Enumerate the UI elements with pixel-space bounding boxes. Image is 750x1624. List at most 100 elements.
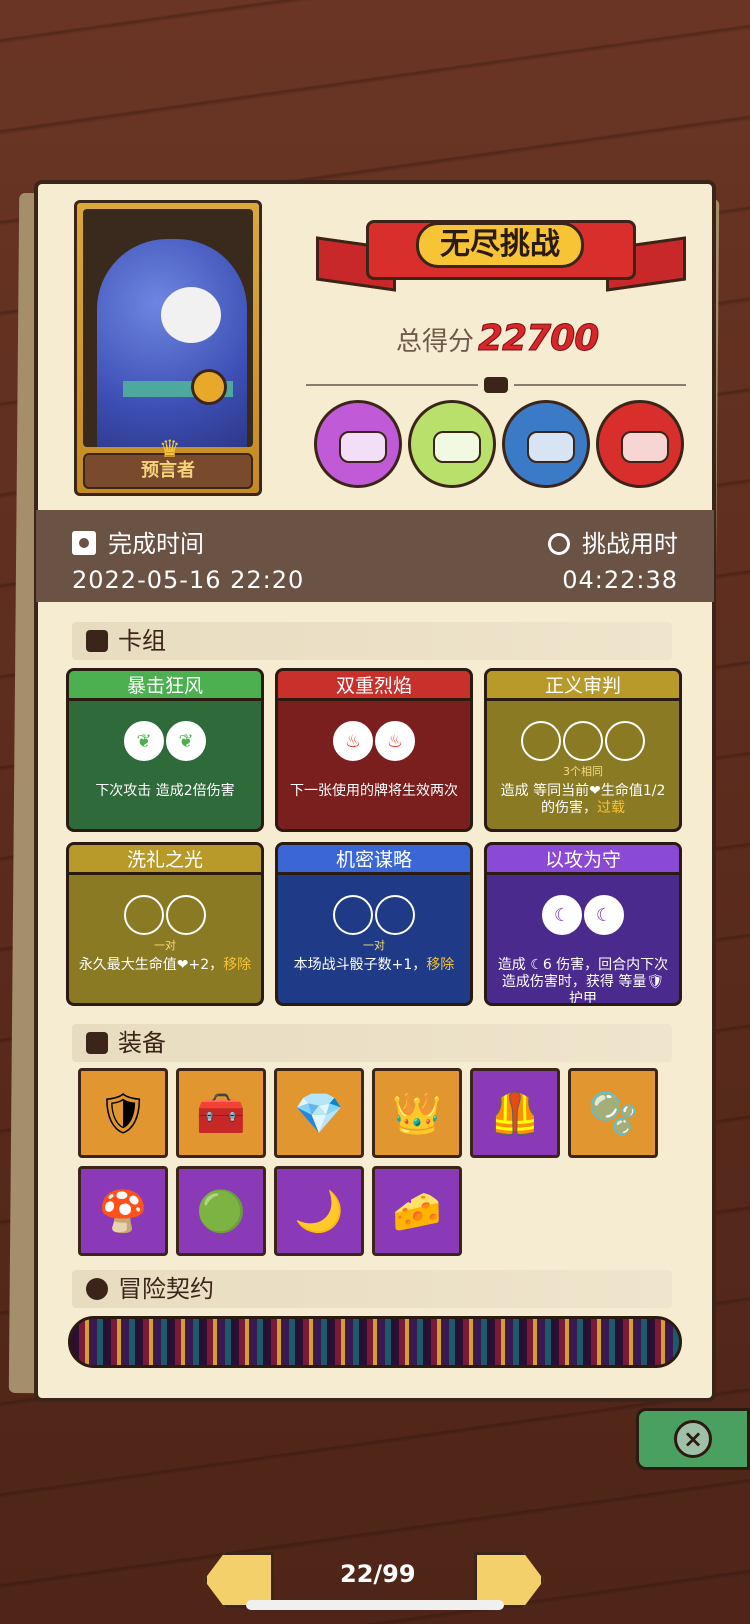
skull-horns-icon bbox=[484, 377, 508, 393]
equipment-section-header: 装备 bbox=[72, 1024, 672, 1062]
finish-time-value: 2022-05-16 22:20 bbox=[72, 566, 305, 594]
equipment-grid: 🛡 🧰 💎 👑 🦺 🫧 🍄 🟢 🌙 🧀 bbox=[78, 1068, 678, 1256]
finish-time-label: 完成时间 bbox=[72, 524, 204, 559]
fire-die-icon: ♨ bbox=[375, 721, 415, 761]
card-6[interactable]: 以攻为守 ☾ ☾ 造成 ☾6 伤害，回合内下次造成伤害时，获得 等量🛡护甲 bbox=[484, 842, 682, 1006]
card-title: 以攻为守 bbox=[487, 845, 679, 875]
shield-icon[interactable]: 🛡 bbox=[78, 1068, 168, 1158]
card-title: 洗礼之光 bbox=[69, 845, 261, 875]
card-dice bbox=[278, 895, 470, 935]
card-desc: 造成 ☾6 伤害，回合内下次造成伤害时，获得 等量🛡护甲 bbox=[487, 951, 679, 1006]
card-desc: 本场战斗骰子数+1，移除 bbox=[278, 951, 470, 974]
chest-icon[interactable]: 🧰 bbox=[176, 1068, 266, 1158]
wizard-portrait-icon bbox=[83, 209, 253, 447]
card-desc-text: 造成 等同当前❤生命值1/2 的伤害， bbox=[500, 783, 666, 816]
hero-name-plate: ♛ 预言者 bbox=[83, 435, 253, 489]
card-2[interactable]: 双重烈焰 ♨ ♨ 下一张使用的牌将生效两次 bbox=[275, 668, 473, 832]
empty-die-icon bbox=[563, 721, 603, 761]
card-title: 正义审判 bbox=[487, 671, 679, 701]
hero-card[interactable]: ♛ 预言者 bbox=[74, 200, 262, 496]
card-desc-keyword: 过载 bbox=[597, 800, 625, 816]
card-desc-keyword: 移除 bbox=[426, 957, 455, 973]
card-sub bbox=[69, 763, 261, 777]
crown-icon[interactable]: 👑 bbox=[372, 1068, 462, 1158]
card-dice bbox=[69, 895, 261, 935]
finish-label-text: 完成时间 bbox=[108, 530, 204, 558]
bracelet-icon[interactable]: 🟢 bbox=[176, 1166, 266, 1256]
time-band: 完成时间 挑战用时 2022-05-16 22:20 04:22:38 bbox=[36, 510, 714, 602]
score-label: 总得分 bbox=[396, 327, 475, 357]
cheese-icon[interactable]: 🧀 bbox=[372, 1166, 462, 1256]
card-4[interactable]: 洗礼之光 一对 永久最大生命值❤+2，移除 bbox=[66, 842, 264, 1006]
armor-icon[interactable]: 🦺 bbox=[470, 1068, 560, 1158]
card-desc-text: 下次攻击 造成2倍伤害 bbox=[95, 783, 235, 799]
card-sub: 一对 bbox=[154, 939, 176, 952]
mode-ribbon: 无尽挑战 bbox=[316, 212, 686, 296]
empty-die-icon bbox=[521, 721, 561, 761]
crown-icon: ♛ bbox=[159, 435, 181, 463]
empty-die-icon bbox=[605, 721, 645, 761]
film-icon bbox=[72, 531, 96, 555]
card-dice bbox=[487, 721, 679, 761]
moon-star-icon[interactable]: 🌙 bbox=[274, 1166, 364, 1256]
deck-cards: 暴击狂风 ❦ ❦ 下次攻击 造成2倍伤害 双重烈焰 ♨ ♨ 下一张使用的牌将生效… bbox=[66, 668, 690, 1006]
deck-title: 卡组 bbox=[118, 627, 166, 655]
score-value: 22700 bbox=[478, 318, 600, 360]
boss-portrait-1[interactable] bbox=[314, 400, 402, 488]
card-desc-keyword: 移除 bbox=[223, 957, 252, 973]
deck-section-header: 卡组 bbox=[72, 622, 672, 660]
card-sub: 3个相同 bbox=[563, 765, 603, 778]
stopwatch-icon bbox=[548, 533, 570, 555]
mode-title: 无尽挑战 bbox=[416, 222, 584, 268]
empty-die-icon bbox=[375, 895, 415, 935]
person-icon bbox=[86, 1278, 108, 1300]
moon-die-icon: ☾ bbox=[584, 895, 624, 935]
card-dice: ❦ ❦ bbox=[69, 721, 261, 761]
card-title: 双重烈焰 bbox=[278, 671, 470, 701]
boss-divider bbox=[306, 377, 686, 393]
card-desc: 造成 等同当前❤生命值1/2 的伤害，过载 bbox=[487, 777, 679, 817]
empty-die-icon bbox=[166, 895, 206, 935]
card-dice: ♨ ♨ bbox=[278, 721, 470, 761]
card-1[interactable]: 暴击狂风 ❦ ❦ 下次攻击 造成2倍伤害 bbox=[66, 668, 264, 832]
card-5[interactable]: 机密谋略 一对 本场战斗骰子数+1，移除 bbox=[275, 842, 473, 1006]
card-title: 暴击狂风 bbox=[69, 671, 261, 701]
card-dice: ☾ ☾ bbox=[487, 895, 679, 935]
score-row: 总得分 22700 bbox=[396, 318, 600, 360]
boss-portrait-4[interactable] bbox=[596, 400, 684, 488]
card-desc: 下次攻击 造成2倍伤害 bbox=[69, 777, 261, 800]
card-desc: 永久最大生命值❤+2，移除 bbox=[69, 951, 261, 974]
card-desc-text: 永久最大生命值❤+2， bbox=[78, 957, 224, 973]
card-sub bbox=[278, 763, 470, 777]
close-icon[interactable]: × bbox=[674, 1420, 712, 1458]
contract-strip[interactable] bbox=[68, 1316, 682, 1368]
hero-face bbox=[161, 287, 221, 343]
empty-die-icon bbox=[333, 895, 373, 935]
card-3[interactable]: 正义审判 3个相同 造成 等同当前❤生命值1/2 的伤害，过载 bbox=[484, 668, 682, 832]
card-desc-text: 本场战斗骰子数+1， bbox=[293, 957, 427, 973]
card-desc-text: 造成 ☾6 伤害，回合内下次造成伤害时，获得 等量🛡护甲 bbox=[497, 957, 669, 1006]
boss-portrait-2[interactable] bbox=[408, 400, 496, 488]
mushroom-icon[interactable]: 🍄 bbox=[78, 1166, 168, 1256]
hero-robe bbox=[97, 239, 247, 447]
leaf-die-icon: ❦ bbox=[124, 721, 164, 761]
card-title: 机密谋略 bbox=[278, 845, 470, 875]
hero-badge bbox=[191, 369, 227, 405]
boss-portrait-3[interactable] bbox=[502, 400, 590, 488]
card-sub: 一对 bbox=[363, 939, 385, 952]
slime-icon[interactable]: 🫧 bbox=[568, 1068, 658, 1158]
card-sub bbox=[487, 937, 679, 951]
duration-value: 04:22:38 bbox=[562, 566, 678, 594]
home-indicator[interactable] bbox=[246, 1600, 504, 1610]
gem-icon[interactable]: 💎 bbox=[274, 1068, 364, 1158]
page-indicator: 22/99 bbox=[340, 1560, 416, 1588]
divider-line-left bbox=[306, 384, 478, 386]
contract-section-header: 冒险契约 bbox=[72, 1270, 672, 1308]
duration-label-text: 挑战用时 bbox=[582, 530, 678, 558]
contract-title: 冒险契约 bbox=[118, 1275, 214, 1303]
moon-die-icon: ☾ bbox=[542, 895, 582, 935]
divider-line-right bbox=[514, 384, 686, 386]
duration-label: 挑战用时 bbox=[548, 524, 678, 559]
card-desc-text: 下一张使用的牌将生效两次 bbox=[290, 783, 458, 799]
equipment-title: 装备 bbox=[118, 1029, 166, 1057]
